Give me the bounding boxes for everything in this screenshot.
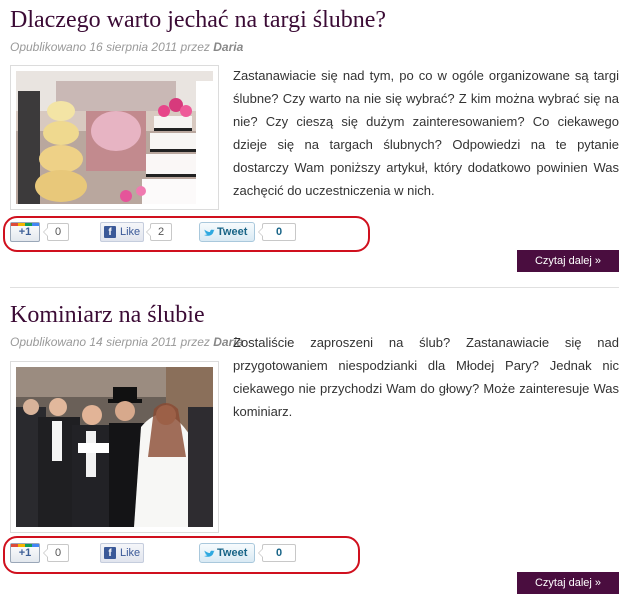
wedding-cakes-photo: [16, 71, 213, 204]
read-more-button[interactable]: Czytaj dalej »: [517, 250, 619, 272]
post-date: Opublikowano 14 sierpnia 2011 przez: [10, 335, 210, 349]
google-plus-count: 0: [43, 223, 69, 241]
facebook-like-label: Like: [120, 226, 141, 238]
wedding-chimney-sweep-photo: [16, 367, 213, 527]
post-thumbnail[interactable]: [10, 361, 219, 533]
tweet-label: Tweet: [217, 547, 248, 559]
tweet-button[interactable]: Tweet: [199, 222, 255, 242]
post-meta: Opublikowano 16 sierpnia 2011 przez Dari…: [10, 40, 243, 54]
post-excerpt: Zastanawiacie się nad tym, po co w ogóle…: [233, 68, 619, 198]
facebook-icon: f: [104, 547, 116, 559]
facebook-like-label: Like: [120, 547, 141, 559]
tweet-button[interactable]: Tweet: [199, 543, 255, 563]
post-thumbnail[interactable]: [10, 65, 219, 210]
twitter-bird-icon: [204, 550, 215, 557]
post-date: Opublikowano 16 sierpnia 2011 przez: [10, 40, 210, 54]
google-plus-icon: [11, 223, 39, 226]
post-meta: Opublikowano 14 sierpnia 2011 przez Dari…: [10, 335, 243, 349]
post-author[interactable]: Daria: [213, 40, 243, 54]
facebook-icon: f: [104, 226, 116, 238]
tweet-label: Tweet: [217, 226, 248, 238]
google-plus-count: 0: [43, 544, 69, 562]
tweet-count: 0: [258, 223, 296, 241]
post-divider: [10, 287, 619, 288]
google-plus-button[interactable]: +1: [10, 543, 40, 563]
google-plus-button[interactable]: +1: [10, 222, 40, 242]
post-excerpt: Zostaliście zaproszeni na ślub? Zastanaw…: [233, 335, 619, 419]
read-more-button[interactable]: Czytaj dalej »: [517, 572, 619, 594]
post-title[interactable]: Dlaczego warto jechać na targi ślubne?: [10, 6, 386, 34]
post-1: Dlaczego warto jechać na targi ślubne? O…: [0, 0, 629, 290]
twitter-bird-icon: [204, 229, 215, 236]
tweet-count: 0: [258, 544, 296, 562]
facebook-like-count: 2: [146, 223, 172, 241]
google-plus-label: +1: [18, 547, 32, 559]
facebook-like-button[interactable]: f Like: [100, 222, 144, 242]
facebook-like-button[interactable]: f Like: [100, 543, 144, 563]
post-title[interactable]: Kominiarz na ślubie: [10, 301, 205, 329]
post-2: Kominiarz na ślubie Opublikowano 14 sier…: [0, 298, 629, 601]
google-plus-icon: [11, 544, 39, 547]
google-plus-label: +1: [18, 226, 32, 238]
